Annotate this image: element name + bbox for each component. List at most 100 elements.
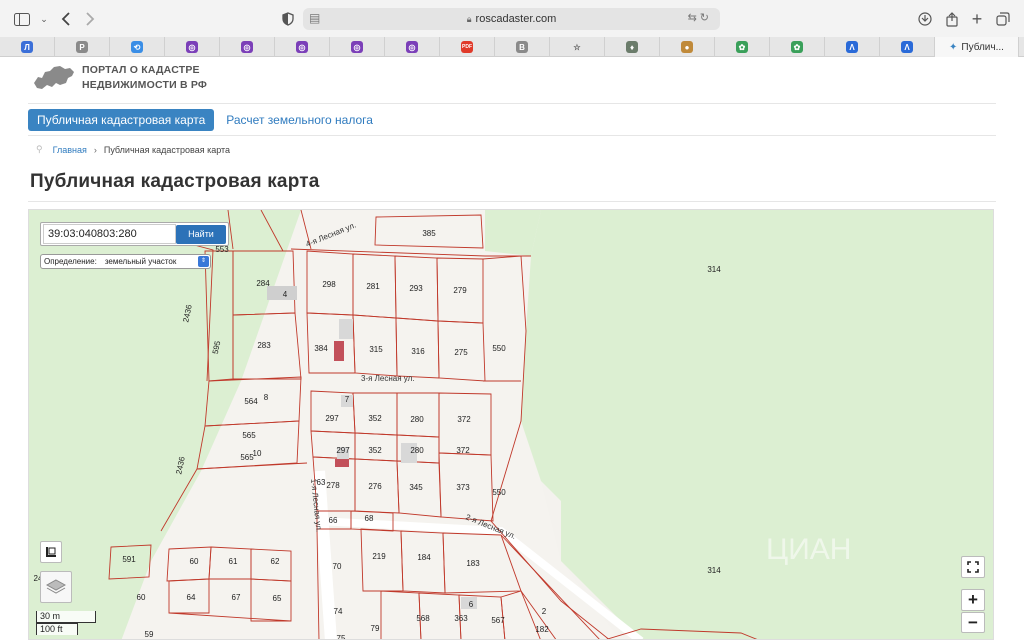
parcel-label[interactable]: 297 <box>325 414 339 423</box>
tab-active[interactable]: ✦ Публич... <box>935 37 1019 57</box>
privacy-shield-icon[interactable] <box>278 9 298 29</box>
bookmark-1[interactable]: Л <box>0 37 55 57</box>
bookmark-8[interactable]: ◎ <box>385 37 440 57</box>
parcel-label[interactable]: 283 <box>257 341 271 350</box>
layers-button[interactable] <box>40 571 72 603</box>
parcel-label[interactable]: 553 <box>215 245 229 254</box>
parcel-label[interactable]: 298 <box>322 280 336 289</box>
parcel-label[interactable]: 373 <box>456 483 470 492</box>
select-area-button[interactable] <box>40 541 62 563</box>
bookmark-10[interactable]: B <box>495 37 550 57</box>
parcel-label[interactable]: 550 <box>492 488 506 497</box>
parcel-label[interactable]: 4 <box>283 290 288 299</box>
parcel-label[interactable]: 219 <box>372 552 386 561</box>
bookmark-15[interactable]: ✿ <box>770 37 825 57</box>
zoom-in-button[interactable]: + <box>961 589 985 611</box>
bookmark-5[interactable]: ◎ <box>220 37 275 57</box>
translate-reload-icons[interactable]: ⇆↻ <box>688 11 712 24</box>
parcel-label[interactable]: 314 <box>707 566 721 575</box>
parcel-label[interactable]: 2 <box>542 607 547 616</box>
bookmark-6[interactable]: ◎ <box>275 37 330 57</box>
nav-cadastral-map[interactable]: Публичная кадастровая карта <box>28 109 215 131</box>
parcel-label[interactable]: 275 <box>454 348 468 357</box>
bookmark-3[interactable]: ⟲ <box>110 37 165 57</box>
forward-icon[interactable] <box>80 9 100 29</box>
parcel-label[interactable]: 279 <box>453 286 467 295</box>
parcel-label[interactable]: 10 <box>253 449 262 458</box>
parcel-label[interactable]: 315 <box>369 345 383 354</box>
bookmark-11[interactable]: ☆ <box>550 37 605 57</box>
parcel-label[interactable]: 565 <box>242 431 256 440</box>
parcel-label[interactable]: 276 <box>368 482 382 491</box>
bookmark-2[interactable]: P <box>55 37 110 57</box>
address-bar[interactable]: ▤ 🔒︎ roscadaster.com ⇆↻ <box>303 8 720 30</box>
parcel-label[interactable]: 280 <box>410 446 424 455</box>
parcel-label[interactable]: 372 <box>457 415 471 424</box>
parcel-label[interactable]: 60 <box>137 593 146 602</box>
parcel-label[interactable]: 75 <box>337 634 346 640</box>
parcel-label[interactable]: 564 <box>244 397 258 406</box>
bookmark-13[interactable]: ● <box>660 37 715 57</box>
cadastral-number-input[interactable] <box>43 224 176 244</box>
new-tab-icon[interactable]: + <box>967 9 987 29</box>
zoom-out-button[interactable]: − <box>961 612 985 633</box>
parcel-label[interactable]: 184 <box>417 553 431 562</box>
tab-group-chevron-icon[interactable]: ⌄ <box>34 9 54 29</box>
parcel-label[interactable]: 62 <box>271 557 280 566</box>
parcel-label[interactable]: 70 <box>333 562 342 571</box>
back-icon[interactable] <box>56 9 76 29</box>
parcel-label[interactable]: 60 <box>190 557 199 566</box>
bookmark-4[interactable]: ◎ <box>165 37 220 57</box>
parcel-label[interactable]: 385 <box>422 229 436 238</box>
parcel-label[interactable]: 568 <box>416 614 430 623</box>
parcel-label[interactable]: 284 <box>256 279 270 288</box>
parcel-label[interactable]: 314 <box>707 265 721 274</box>
parcel-label[interactable]: 67 <box>232 593 241 602</box>
bookmark-17[interactable]: Λ <box>880 37 935 57</box>
bookmark-7[interactable]: ◎ <box>330 37 385 57</box>
parcel-label[interactable]: 8 <box>264 393 269 402</box>
parcel-label[interactable]: 352 <box>368 446 382 455</box>
parcel-label[interactable]: 567 <box>491 616 505 625</box>
tab-overview-icon[interactable] <box>993 9 1013 29</box>
parcel-label[interactable]: 278 <box>326 481 340 490</box>
parcel-label[interactable]: 345 <box>409 483 423 492</box>
nav-land-tax[interactable]: Расчет земельного налога <box>226 113 373 127</box>
parcel-label[interactable]: 182 <box>535 625 549 634</box>
parcel-label[interactable]: 7 <box>345 395 350 404</box>
parcel-label[interactable]: 372 <box>456 446 470 455</box>
parcel-label[interactable]: 6 <box>469 600 474 609</box>
page-menu-icon[interactable]: ▤ <box>309 11 320 25</box>
parcel-label[interactable]: 550 <box>492 344 506 353</box>
parcel-label[interactable]: 63 <box>317 478 326 487</box>
parcel-label[interactable]: 316 <box>411 347 425 356</box>
parcel-label[interactable]: 68 <box>365 514 374 523</box>
bookmark-9[interactable]: PDF <box>440 37 495 57</box>
fullscreen-button[interactable] <box>961 556 985 578</box>
sidebar-toggle-icon[interactable] <box>12 9 32 29</box>
map-canvas[interactable]: 4-я Лесная ул. 3-я Лесная ул. 2-я Лесная… <box>29 210 994 640</box>
definition-select[interactable]: Определение: земельный участок ⇕ <box>40 254 211 269</box>
parcel-label[interactable]: 74 <box>334 607 343 616</box>
site-logo[interactable]: ПОРТАЛ О КАДАСТРЕ НЕДВИЖИМОСТИ В РФ <box>32 63 207 93</box>
parcel-label[interactable]: 281 <box>366 282 380 291</box>
parcel-label[interactable]: 293 <box>409 284 423 293</box>
search-button[interactable]: Найти <box>176 225 226 244</box>
parcel-label[interactable]: 363 <box>454 614 468 623</box>
bookmark-12[interactable]: ♦ <box>605 37 660 57</box>
bookmark-14[interactable]: ✿ <box>715 37 770 57</box>
parcel-label[interactable]: 79 <box>371 624 380 633</box>
parcel-label[interactable]: 591 <box>122 555 136 564</box>
parcel-label[interactable]: 280 <box>410 415 424 424</box>
parcel-label[interactable]: 66 <box>329 516 338 525</box>
parcel-label[interactable]: 352 <box>368 414 382 423</box>
parcel-label[interactable]: 297 <box>336 446 350 455</box>
share-icon[interactable] <box>942 9 962 29</box>
parcel-label[interactable]: 65 <box>273 594 282 603</box>
parcel-label[interactable]: 384 <box>314 344 328 353</box>
parcel-label[interactable]: 183 <box>466 559 480 568</box>
parcel-label[interactable]: 59 <box>145 630 154 639</box>
parcel-label[interactable]: 64 <box>187 593 196 602</box>
parcel-label[interactable]: 61 <box>229 557 238 566</box>
cadastral-map[interactable]: 4-я Лесная ул. 3-я Лесная ул. 2-я Лесная… <box>28 209 994 640</box>
